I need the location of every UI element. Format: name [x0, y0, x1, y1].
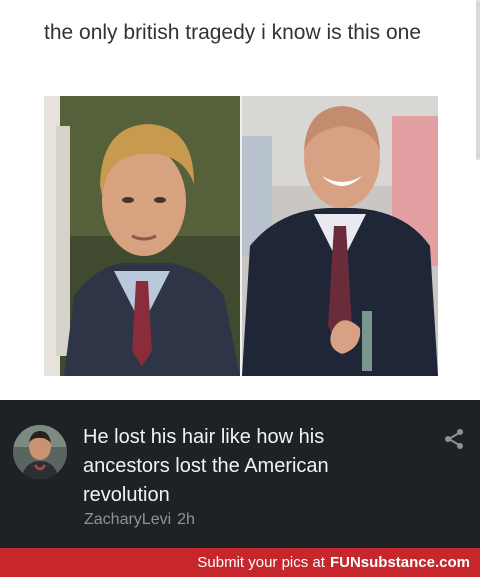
- photo-comparison: [44, 96, 438, 376]
- user-avatar[interactable]: [13, 425, 67, 479]
- share-icon[interactable]: [443, 428, 465, 450]
- scrollbar[interactable]: [476, 0, 480, 160]
- comment-text: He lost his hair like how his ancestors …: [83, 426, 329, 506]
- post-caption: the only british tragedy i know is this …: [44, 21, 422, 44]
- post-area: the only british tragedy i know is this …: [0, 0, 480, 400]
- footer-text: Submit your pics at FUNsubstance.com: [197, 554, 470, 571]
- comment-meta: ZacharyLevi 2h: [84, 511, 195, 529]
- comment-time: 2h: [177, 511, 195, 528]
- smiling-man-photo: [242, 96, 438, 376]
- footer-prefix: Submit your pics at: [197, 554, 325, 571]
- site-footer: Submit your pics at FUNsubstance.com: [0, 548, 480, 577]
- comment-username[interactable]: ZacharyLevi: [84, 511, 171, 528]
- footer-brand[interactable]: FUNsubstance.com: [330, 554, 470, 571]
- comment-card: He lost his hair like how his ancestors …: [0, 400, 480, 548]
- young-man-photo: [44, 96, 242, 376]
